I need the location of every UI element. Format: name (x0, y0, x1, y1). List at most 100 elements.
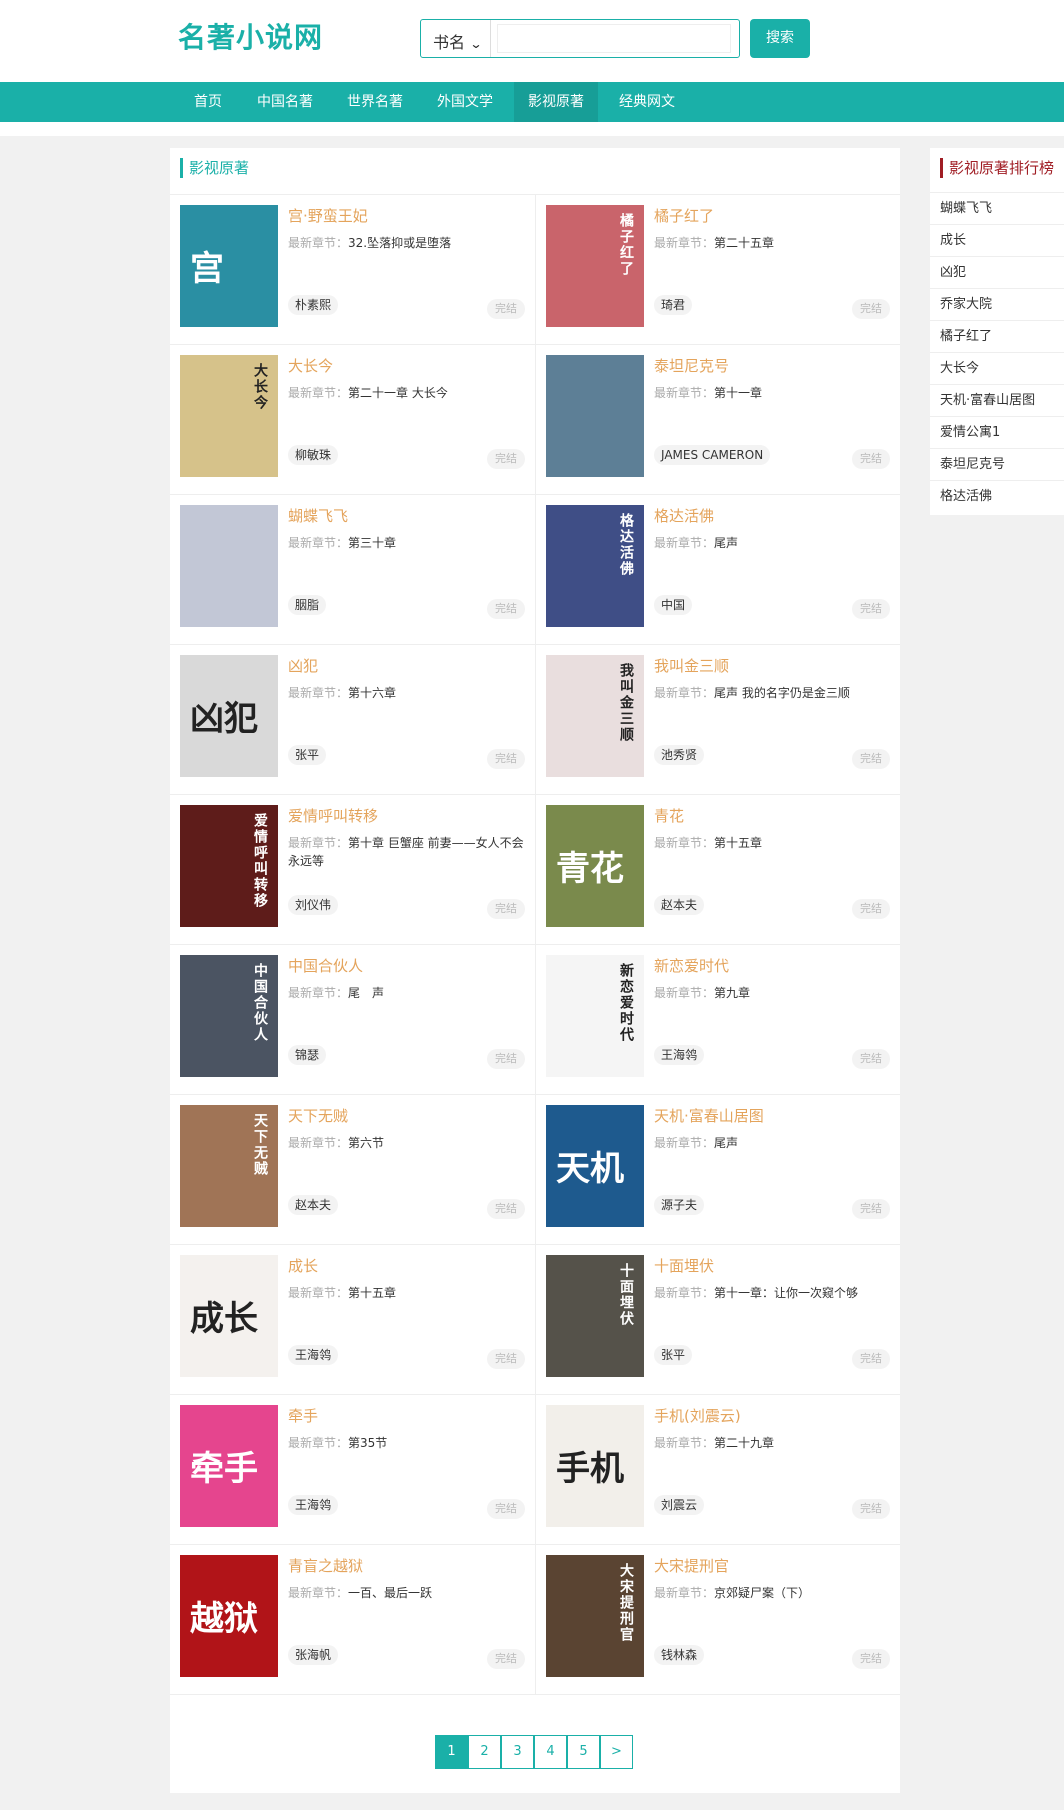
book-cover[interactable]: 凶犯 (180, 655, 278, 777)
book-title[interactable]: 大长今 (288, 355, 333, 376)
book-title[interactable]: 我叫金三顺 (654, 655, 729, 676)
book-cover[interactable]: 我叫金三顺 (546, 655, 644, 777)
book-title[interactable]: 牵手 (288, 1405, 318, 1426)
book-cover[interactable]: 越狱 (180, 1555, 278, 1677)
page-button-2[interactable]: 2 (468, 1735, 501, 1769)
book-cover[interactable]: 爱情呼叫转移 (180, 805, 278, 927)
book-cover[interactable]: 十面埋伏 (546, 1255, 644, 1377)
book-cover[interactable] (546, 355, 644, 477)
latest-chapter-link[interactable]: 32.坠落抑或是堕落 (348, 236, 451, 250)
author-tag[interactable]: 柳敏珠 (288, 445, 339, 465)
book-title[interactable]: 格达活佛 (654, 505, 714, 526)
author-tag[interactable]: 源子夫 (654, 1195, 705, 1215)
search-type-select[interactable]: 书名 ⌄ (421, 20, 491, 57)
search-input[interactable] (497, 24, 731, 53)
ranking-item[interactable]: 格达活佛 (930, 480, 1064, 512)
author-tag[interactable]: 池秀贤 (654, 745, 705, 765)
latest-chapter-link[interactable]: 第十五章 (348, 1286, 396, 1300)
book-title[interactable]: 宫·野蛮王妃 (288, 205, 368, 226)
book-title[interactable]: 泰坦尼克号 (654, 355, 729, 376)
latest-chapter-link[interactable]: 一百、最后一跃 (348, 1586, 432, 1600)
ranking-item[interactable]: 天机·富春山居图 (930, 384, 1064, 416)
ranking-item[interactable]: 大长今 (930, 352, 1064, 384)
book-cover[interactable]: 宫 (180, 205, 278, 327)
ranking-item[interactable]: 橘子红了 (930, 320, 1064, 352)
book-title[interactable]: 青花 (654, 805, 684, 826)
latest-chapter-link[interactable]: 京郊疑尸案（下） (714, 1586, 810, 1600)
nav-item-foreign-literature[interactable]: 外国文学 (428, 82, 502, 122)
book-cover[interactable]: 手机 (546, 1405, 644, 1527)
book-cover[interactable]: 天机 (546, 1105, 644, 1227)
nav-item-world-classics[interactable]: 世界名著 (338, 82, 412, 122)
ranking-item[interactable]: 爱情公寓1 (930, 416, 1064, 448)
book-title[interactable]: 新恋爱时代 (654, 955, 729, 976)
author-tag[interactable]: 刘仪伟 (288, 895, 339, 915)
nav-item-film-originals[interactable]: 影视原著 (514, 82, 598, 122)
author-tag[interactable]: 钱林森 (654, 1645, 705, 1665)
search-button[interactable]: 搜索 (750, 19, 810, 58)
page-button-1[interactable]: 1 (435, 1735, 468, 1769)
ranking-item[interactable]: 凶犯 (930, 256, 1064, 288)
latest-chapter-link[interactable]: 尾 声 (348, 986, 384, 1000)
book-cover[interactable]: 大宋提刑官 (546, 1555, 644, 1677)
book-cover[interactable]: 天下无贼 (180, 1105, 278, 1227)
latest-chapter-link[interactable]: 尾声 (714, 536, 738, 550)
book-title[interactable]: 凶犯 (288, 655, 318, 676)
author-tag[interactable]: 中国 (654, 595, 693, 615)
page-button-5[interactable]: 5 (567, 1735, 600, 1769)
latest-chapter-link[interactable]: 第二十一章 大长今 (348, 386, 448, 400)
book-title[interactable]: 天下无贼 (288, 1105, 348, 1126)
author-tag[interactable]: 王海鸰 (654, 1045, 705, 1065)
book-title[interactable]: 十面埋伏 (654, 1255, 714, 1276)
book-cover[interactable]: 橘子红了 (546, 205, 644, 327)
latest-chapter-link[interactable]: 尾声 我的名字仍是金三顺 (714, 686, 850, 700)
book-title[interactable]: 大宋提刑官 (654, 1555, 729, 1576)
book-cover[interactable]: 成长 (180, 1255, 278, 1377)
nav-item-home[interactable]: 首页 (178, 82, 238, 122)
latest-chapter-link[interactable]: 第十一章 (714, 386, 762, 400)
book-title[interactable]: 橘子红了 (654, 205, 714, 226)
author-tag[interactable]: 琦君 (654, 295, 693, 315)
book-cover[interactable]: 格达活佛 (546, 505, 644, 627)
latest-chapter-link[interactable]: 第二十九章 (714, 1436, 774, 1450)
book-cover[interactable]: 青花 (546, 805, 644, 927)
nav-item-chinese-classics[interactable]: 中国名著 (248, 82, 322, 122)
ranking-item[interactable]: 蝴蝶飞飞 (930, 192, 1064, 224)
book-cover[interactable]: 中国合伙人 (180, 955, 278, 1077)
ranking-item[interactable]: 成长 (930, 224, 1064, 256)
book-title[interactable]: 爱情呼叫转移 (288, 805, 378, 826)
page-button-4[interactable]: 4 (534, 1735, 567, 1769)
book-title[interactable]: 天机·富春山居图 (654, 1105, 764, 1126)
page-button-3[interactable]: 3 (501, 1735, 534, 1769)
latest-chapter-link[interactable]: 第二十五章 (714, 236, 774, 250)
latest-chapter-link[interactable]: 第六节 (348, 1136, 384, 1150)
nav-item-classic-web-novels[interactable]: 经典网文 (610, 82, 684, 122)
latest-chapter-link[interactable]: 尾声 (714, 1136, 738, 1150)
latest-chapter-link[interactable]: 第十一章：让你一次窥个够 (714, 1286, 858, 1300)
book-cover[interactable]: 牵手 (180, 1405, 278, 1527)
author-tag[interactable]: 张海帆 (288, 1645, 339, 1665)
latest-chapter-link[interactable]: 第三十章 (348, 536, 396, 550)
author-tag[interactable]: 赵本夫 (654, 895, 705, 915)
book-title[interactable]: 中国合伙人 (288, 955, 363, 976)
author-tag[interactable]: 王海鸰 (288, 1345, 339, 1365)
book-title[interactable]: 蝴蝶飞飞 (288, 505, 348, 526)
author-tag[interactable]: 王海鸰 (288, 1495, 339, 1515)
ranking-item[interactable]: 泰坦尼克号 (930, 448, 1064, 480)
latest-chapter-link[interactable]: 第十五章 (714, 836, 762, 850)
book-title[interactable]: 青盲之越狱 (288, 1555, 363, 1576)
author-tag[interactable]: 朴素熙 (288, 295, 339, 315)
author-tag[interactable]: 张平 (288, 745, 327, 765)
author-tag[interactable]: 刘震云 (654, 1495, 705, 1515)
ranking-item[interactable]: 乔家大院 (930, 288, 1064, 320)
latest-chapter-link[interactable]: 第九章 (714, 986, 750, 1000)
book-title[interactable]: 成长 (288, 1255, 318, 1276)
book-cover[interactable]: 大长今 (180, 355, 278, 477)
latest-chapter-link[interactable]: 第35节 (348, 1436, 387, 1450)
author-tag[interactable]: 锦瑟 (288, 1045, 327, 1065)
author-tag[interactable]: 胭脂 (288, 595, 327, 615)
latest-chapter-link[interactable]: 第十六章 (348, 686, 396, 700)
author-tag[interactable]: 赵本夫 (288, 1195, 339, 1215)
author-tag[interactable]: 张平 (654, 1345, 693, 1365)
book-cover[interactable] (180, 505, 278, 627)
